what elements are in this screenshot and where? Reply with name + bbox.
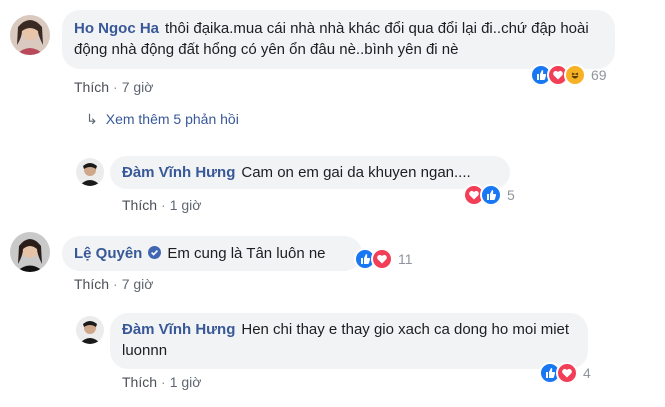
comment-author[interactable]: Lệ Quyên (74, 245, 142, 262)
view-more-label[interactable]: Xem thêm 5 phản hồi (106, 111, 239, 127)
comment-bubble: Lệ Quyên Em cung là Tân luôn ne (62, 236, 362, 271)
comment-bubble: Ho Ngoc Ha thôi đạika.mua cái nhà nhà khá… (62, 10, 615, 69)
comment-time[interactable]: 7 giờ (122, 79, 154, 95)
separator-dot: · (113, 276, 118, 292)
reaction-count: 4 (583, 365, 591, 381)
love-icon (556, 362, 578, 384)
avatar[interactable] (10, 232, 50, 272)
reaction-count: 69 (591, 67, 607, 83)
reaction-count: 5 (507, 187, 515, 203)
comment-text: Cam on em gai da khuyen ngan.... (241, 164, 471, 181)
love-icon (371, 248, 393, 270)
reaction-summary[interactable]: 4 (539, 362, 591, 384)
like-link[interactable]: Thích (74, 79, 109, 95)
separator-dot: · (161, 374, 166, 390)
comment-actions: Thích · 1 giờ (122, 197, 201, 213)
reaction-summary[interactable]: 5 (463, 184, 515, 206)
like-link[interactable]: Thích (122, 197, 157, 213)
view-more-replies[interactable]: ↳ Xem thêm 5 phản hồi (86, 111, 239, 128)
separator-dot: · (161, 197, 166, 213)
comment-actions: Thích · 7 giờ (74, 79, 153, 95)
comment-actions: Thích · 7 giờ (74, 276, 153, 292)
comment-time[interactable]: 1 giờ (170, 197, 202, 213)
comment-time[interactable]: 1 giờ (170, 374, 202, 390)
reaction-count: 11 (398, 251, 413, 267)
comment-actions: Thích · 1 giờ (122, 374, 201, 390)
comment-text: Em cung là Tân luôn ne (167, 245, 326, 262)
comment-time[interactable]: 7 giờ (122, 276, 154, 292)
like-link[interactable]: Thích (74, 276, 109, 292)
comment-bubble: Đàm Vĩnh Hưng Hen chi thay e thay gio xac… (110, 313, 588, 369)
avatar[interactable] (10, 15, 50, 55)
avatar[interactable] (76, 316, 104, 344)
verified-badge-icon (148, 244, 162, 259)
reply-arrow-icon: ↳ (86, 111, 98, 127)
avatar[interactable] (76, 158, 104, 186)
comment-bubble: Đàm Vĩnh Hưng Cam on em gai da khuyen nga… (110, 156, 510, 189)
comment-author[interactable]: Ho Ngoc Ha (74, 20, 159, 37)
like-link[interactable]: Thích (122, 374, 157, 390)
reaction-summary[interactable]: 69 (530, 64, 607, 86)
comment-author[interactable]: Đàm Vĩnh Hưng (122, 164, 235, 181)
reaction-summary[interactable]: 11 (354, 248, 413, 270)
comment-author[interactable]: Đàm Vĩnh Hưng (122, 321, 235, 338)
haha-icon (564, 64, 586, 86)
separator-dot: · (113, 79, 118, 95)
like-icon (480, 184, 502, 206)
